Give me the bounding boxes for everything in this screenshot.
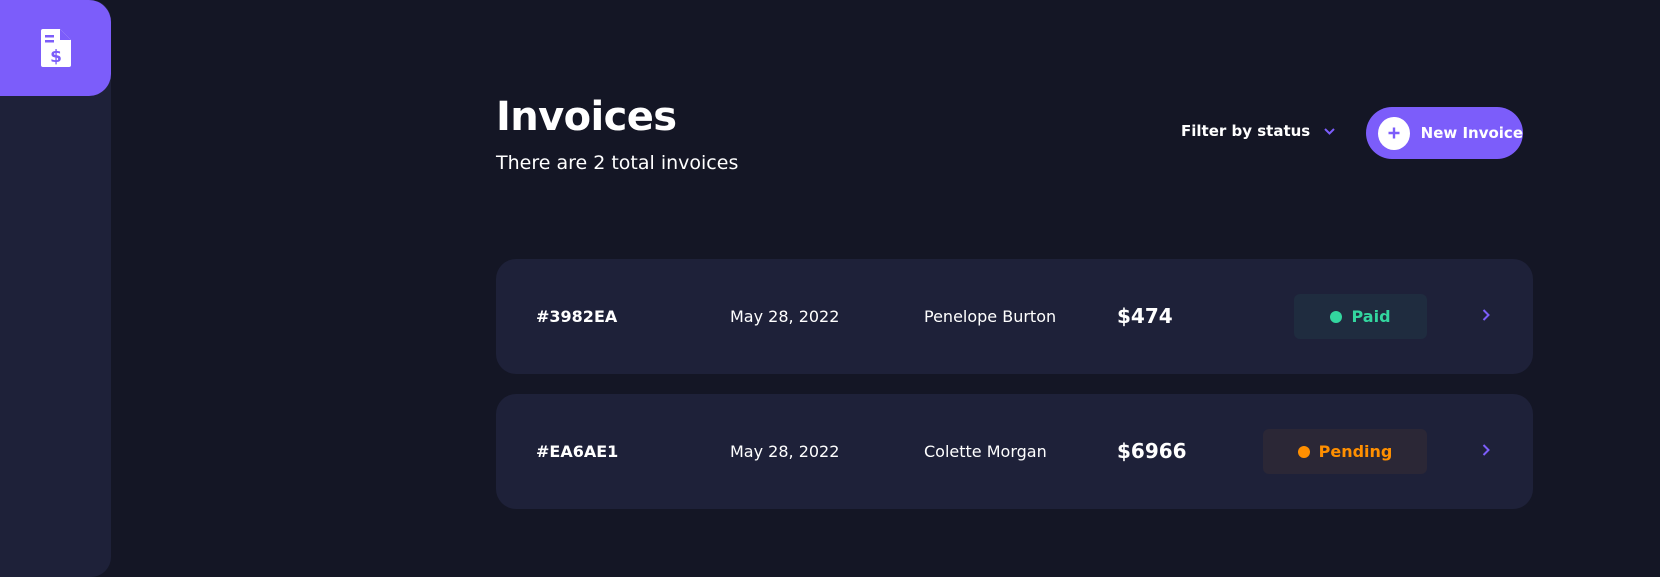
plus-icon (1378, 116, 1410, 150)
invoice-count: There are 2 total invoices (496, 152, 739, 174)
status-badge: Pending (1263, 429, 1427, 474)
chevron-right-icon[interactable] (1482, 309, 1490, 321)
svg-text:$: $ (50, 47, 62, 67)
new-invoice-button[interactable]: New Invoice (1366, 107, 1523, 159)
invoice-dollar-icon: $ (40, 29, 71, 67)
invoice-client: Penelope Burton (924, 307, 1057, 326)
page-title: Invoices (496, 94, 677, 140)
new-invoice-label: New Invoice (1420, 124, 1523, 142)
chevron-down-icon (1324, 127, 1335, 135)
logo[interactable]: $ (0, 0, 111, 96)
invoice-due-date: May 28, 2022 (730, 442, 840, 461)
status-label: Paid (1351, 307, 1391, 326)
invoice-amount: $6966 (1117, 439, 1187, 463)
status-label: Pending (1318, 442, 1393, 461)
status-badge: Paid (1294, 294, 1427, 339)
invoice-due-date: May 28, 2022 (730, 307, 840, 326)
sidebar: $ (0, 0, 111, 577)
status-dot (1297, 445, 1310, 458)
chevron-right-icon[interactable] (1482, 444, 1490, 456)
invoice-id: #EA6AE1 (536, 442, 619, 461)
invoice-client: Colette Morgan (924, 442, 1047, 461)
filter-dropdown[interactable]: Filter by status (1181, 122, 1335, 140)
invoice-row[interactable]: #3982EA May 28, 2022 Penelope Burton $47… (496, 259, 1533, 374)
status-dot (1330, 310, 1343, 323)
invoice-id: #3982EA (536, 307, 618, 326)
invoice-amount: $474 (1117, 304, 1173, 328)
invoice-row[interactable]: #EA6AE1 May 28, 2022 Colette Morgan $696… (496, 394, 1533, 509)
filter-label: Filter by status (1181, 122, 1311, 140)
